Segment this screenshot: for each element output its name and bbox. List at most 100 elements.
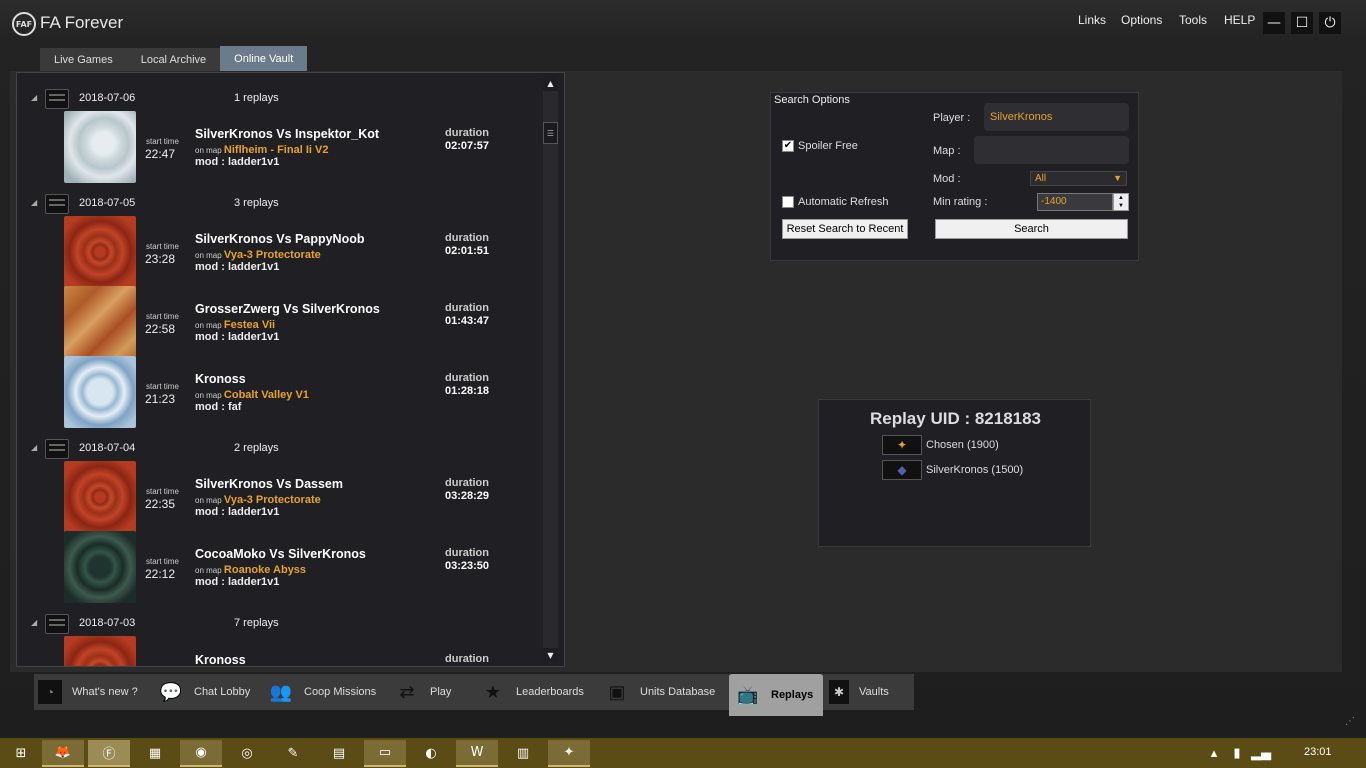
duration-value: 01:43:47 [445,315,490,327]
calc-icon[interactable]: ▥ [502,740,544,767]
firefox-icon[interactable]: 🦊 [42,740,84,767]
duration-value: 03:23:50 [445,560,490,572]
replay-mod: mod : ladder1v1 [195,261,280,273]
map-thumbnail [64,111,136,183]
replay-item[interactable]: start time 22:35 SilverKronos Vs Dassem … [17,461,537,533]
tab-local-archive[interactable]: Local Archive [126,48,221,72]
spin-arrows-icon[interactable]: ▲ ▼ [1113,193,1129,211]
day-group-header[interactable]: ◢ 2018-07-05 3 replays [17,192,537,216]
day-group-header[interactable]: ◢ 2018-07-03 7 replays [17,612,537,636]
day-group-header[interactable]: ◢ 2018-07-06 1 replays [17,87,537,111]
replay-item[interactable]: start time 21:23 Kronoss on map Cobalt V… [17,356,537,428]
day-group-header[interactable]: ◢ 2018-07-04 2 replays [17,437,537,461]
users-icon: 👥 [269,681,293,702]
automatic-refresh-checkbox[interactable] [782,196,794,208]
expander-icon[interactable]: ◢ [31,443,39,452]
faf-logo-icon: FAF [12,12,36,36]
day-date: 2018-07-06 [79,92,136,104]
maximize-icon[interactable]: ☐ [1291,12,1313,34]
replay-mod: mod : ladder1v1 [195,576,280,588]
aeon-faction-icon: ✦ [882,435,922,455]
folder-icon [45,439,69,459]
replay-mod: mod : ladder1v1 [195,506,280,518]
search-options-legend: Search Options [774,94,850,106]
tray-expand-icon[interactable]: ▴ [1206,740,1222,767]
replay-item[interactable]: start time 22:47 SilverKronos Vs Inspekt… [17,111,537,183]
nav-play[interactable]: ⇄ Play [394,674,451,710]
map-input[interactable] [974,136,1129,164]
mod-label: Mod : [933,173,961,185]
discord-icon[interactable]: ◉ [180,740,222,767]
replay-title: SilverKronos Vs Dassem [195,477,343,491]
nav-label: Chat Lobby [194,686,251,698]
game-icon[interactable]: ✦ [548,740,590,767]
expander-icon[interactable]: ◢ [31,618,39,627]
minimize-icon[interactable]: — [1263,12,1285,34]
player-name: SilverKronos (1500) [926,464,1024,476]
network-icon[interactable]: ▂▄ [1250,740,1272,767]
map-thumbnail [64,636,136,666]
start-time: 22:35 [145,497,176,511]
nav-vaults[interactable]: ✱ Vaults [829,674,889,710]
replay-title: CocoaMoko Vs SilverKronos [195,547,366,561]
menu-links[interactable]: Links [1078,13,1106,27]
replay-item[interactable]: start time 22:58 GrosserZwerg Vs SilverK… [17,286,537,358]
search-button[interactable]: Search [935,219,1128,239]
faf-taskbar-icon[interactable]: Ⓕ [88,740,130,767]
chrome-icon[interactable]: ◎ [226,740,268,767]
replay-item[interactable]: start time 22:12 CocoaMoko Vs SilverKron… [17,531,537,603]
tv-icon: 📺 [736,684,760,705]
player-label: Player : [933,112,971,124]
replay-list-scrollbar[interactable]: ▲ ☰ ▼ [543,76,558,663]
replay-title: GrosserZwerg Vs SilverKronos [195,302,380,316]
os-taskbar: ⊞ 🦊 Ⓕ ▦ ◉ ◎ ✎ ▤ ▭ ◐ W ▥ ✦ ▴ ▮ ▂▄ [0,738,1366,768]
reset-search-button[interactable]: Reset Search to Recent [782,219,908,239]
word-icon[interactable]: W [456,740,498,767]
map-label: Map : [933,145,961,157]
rss-icon: ◔ [38,680,62,704]
notepad-icon[interactable]: ▤ [318,740,360,767]
nav-replays[interactable]: 📺 Replays [729,674,824,716]
chevron-down-icon: ▼ [1113,173,1122,183]
replay-details-panel: Replay UID : 8218183 ✦ Chosen (1900) ◆ S… [818,399,1091,547]
mod-select[interactable]: All ▼ [1030,171,1127,186]
day-count: 2 replays [234,442,279,454]
replay-item[interactable]: start time 23:28 SilverKronos Vs PappyNo… [17,216,537,288]
menu-help[interactable]: HELP [1224,13,1255,27]
scroll-thumb[interactable]: ☰ [543,122,558,144]
map-thumbnail [64,461,136,533]
spoiler-free-label: Spoiler Free [798,140,858,152]
replay-item[interactable]: Kronoss duration [17,636,537,666]
duration-value: 03:28:29 [445,490,490,502]
menu-tools[interactable]: Tools [1179,13,1207,27]
expander-icon[interactable]: ◢ [31,93,39,102]
map-thumbnail [64,531,136,603]
taskbar-clock[interactable]: 23:01 [1304,746,1332,758]
expander-icon[interactable]: ◢ [31,198,39,207]
star-rank-icon: ★ [484,681,502,702]
player-input[interactable]: SilverKronos [984,103,1129,131]
calculator-icon[interactable]: ▦ [134,740,176,767]
app-icon[interactable]: ◐ [410,740,452,767]
resize-grip-icon[interactable]: ⋰ [1345,716,1355,727]
nav-leaderboards[interactable]: ★ Leaderboards [480,674,584,710]
paint-icon[interactable]: ✎ [272,740,314,767]
spoiler-free-checkbox[interactable]: ✔ [782,140,794,152]
duration-label: duration [445,302,489,314]
nav-whats-new[interactable]: ◔ What's new ? [38,674,138,710]
nav-coop-missions[interactable]: 👥 Coop Missions [268,674,376,710]
min-rating-spinbox[interactable]: -1400 ▲ ▼ [1037,193,1129,211]
file-explorer-icon[interactable]: ▭ [364,740,406,767]
shuffle-icon: ⇄ [399,681,415,702]
menu-options[interactable]: Options [1121,13,1162,27]
nav-units-database[interactable]: ▣ Units Database [604,674,715,710]
nav-chat-lobby[interactable]: 💬 Chat Lobby [158,674,250,710]
replay-list[interactable]: ◢ 2018-07-06 1 replays start time 22:47 … [16,72,565,667]
scroll-up-icon[interactable]: ▲ [543,76,558,91]
scroll-down-icon[interactable]: ▼ [543,648,558,663]
tab-live-games[interactable]: Live Games [40,48,127,72]
battery-icon[interactable]: ▮ [1228,740,1246,767]
power-icon[interactable]: ⏻ [1319,12,1341,34]
start-menu-icon[interactable]: ⊞ [0,740,42,767]
tab-online-vault[interactable]: Online Vault [220,46,308,72]
